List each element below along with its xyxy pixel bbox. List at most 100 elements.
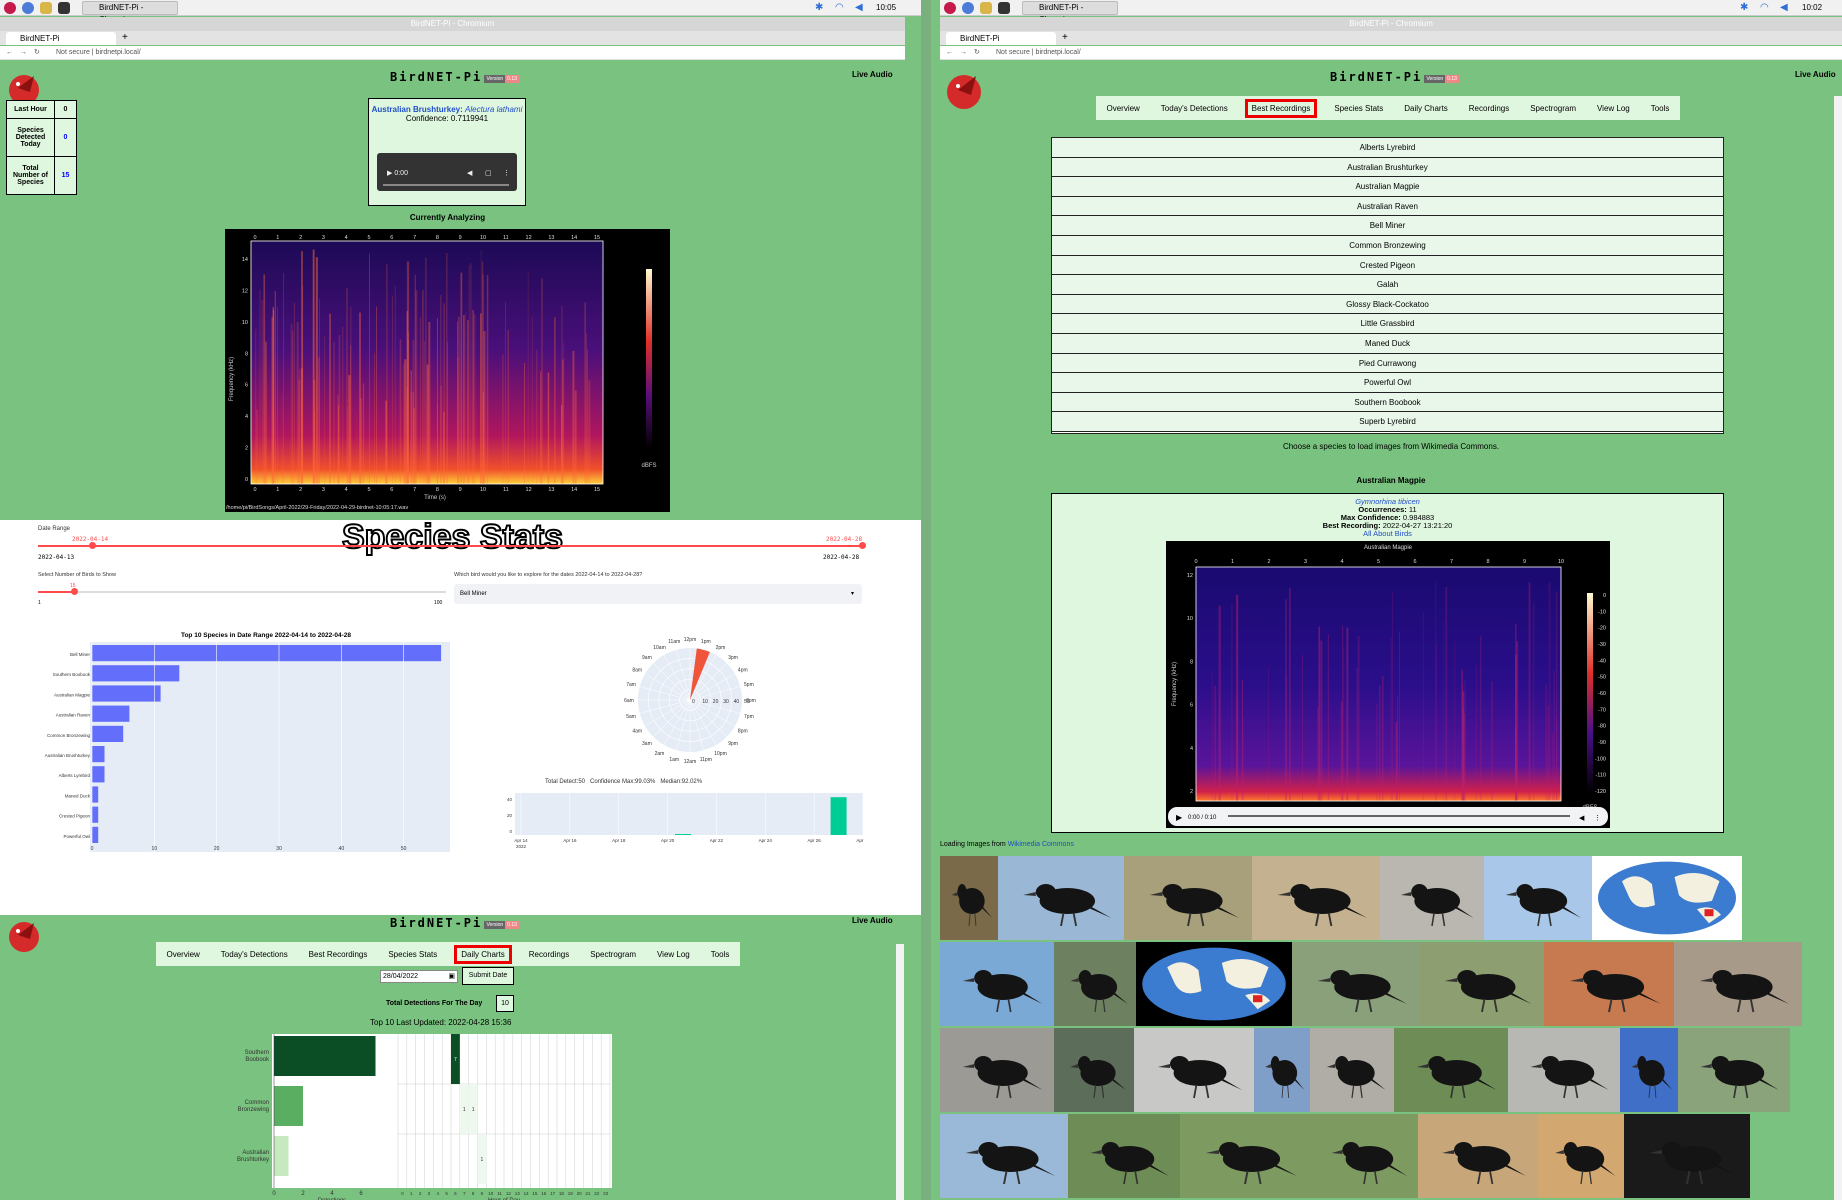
volume-icon[interactable]: ◀ <box>855 2 863 13</box>
seek-bar[interactable] <box>1228 815 1570 817</box>
all-about-birds-link[interactable]: All About Birds <box>1363 529 1412 538</box>
volume-icon[interactable]: ◀ <box>1780 2 1788 13</box>
bird-photo[interactable] <box>1418 1114 1538 1198</box>
detection-name[interactable]: Australian Brushturkey: <box>372 105 463 114</box>
bird-photo[interactable] <box>940 1028 1054 1112</box>
nav-daily-charts[interactable]: Daily Charts <box>454 944 512 964</box>
files-icon[interactable] <box>980 2 992 14</box>
nav-recordings[interactable]: Recordings <box>1465 102 1513 115</box>
nav-todays-detections[interactable]: Today's Detections <box>217 948 292 961</box>
submit-date-button[interactable]: Submit Date <box>462 967 514 985</box>
birdnet-logo[interactable] <box>944 70 988 112</box>
audio-player[interactable]: ▶ 0:00 ◀ ▢ ⋮ <box>377 153 517 191</box>
more-icon[interactable]: ⋮ <box>503 169 510 177</box>
calendar-icon[interactable]: ▣ <box>448 971 455 982</box>
bird-photo[interactable] <box>1254 1028 1310 1112</box>
stat-value[interactable]: 0 <box>54 118 77 157</box>
nav-species-stats[interactable]: Species Stats <box>384 948 441 961</box>
more-icon[interactable]: ⋮ <box>1594 815 1601 822</box>
bird-photo[interactable] <box>1134 1028 1254 1112</box>
bird-photo[interactable] <box>1484 856 1592 940</box>
forward-icon[interactable]: → <box>960 46 967 60</box>
play-icon[interactable]: ▶ <box>1176 813 1183 822</box>
bird-photo[interactable] <box>940 856 998 940</box>
url-field[interactable]: Not secure | birdnetpi.local/ <box>56 46 141 60</box>
forward-icon[interactable]: → <box>20 46 27 60</box>
volume-icon[interactable]: ◀ <box>467 169 472 177</box>
new-tab-icon[interactable]: + <box>122 32 128 43</box>
live-audio-link[interactable]: Live Audio <box>852 916 893 925</box>
back-icon[interactable]: ← <box>946 46 953 60</box>
browser-icon[interactable] <box>962 2 974 14</box>
bird-photo[interactable] <box>1124 856 1252 940</box>
nav-tools[interactable]: Tools <box>707 948 734 961</box>
bird-photo[interactable] <box>940 942 1054 1026</box>
right-scrollbar[interactable] <box>1834 96 1842 1200</box>
url-field[interactable]: Not secure | birdnetpi.local/ <box>996 46 1081 60</box>
bird-photo[interactable] <box>1394 1028 1508 1112</box>
species-item[interactable]: Powerful Owl <box>1052 373 1723 393</box>
num-birds-handle[interactable] <box>71 588 78 595</box>
bird-photo[interactable] <box>1292 942 1420 1026</box>
browser-tab[interactable]: BirdNET-Pi <box>6 32 116 45</box>
seek-bar[interactable] <box>383 184 509 186</box>
bird-photo[interactable] <box>1420 942 1544 1026</box>
reload-icon[interactable]: ↻ <box>34 46 40 60</box>
bird-photo[interactable] <box>1674 942 1802 1026</box>
wifi-icon[interactable]: ◠ <box>1760 2 1769 13</box>
nav-overview[interactable]: Overview <box>162 948 203 961</box>
bird-photo[interactable] <box>1180 1114 1310 1198</box>
reload-icon[interactable]: ↻ <box>974 46 980 60</box>
bird-photo[interactable] <box>1620 1028 1678 1112</box>
wifi-icon[interactable]: ◠ <box>835 2 844 13</box>
species-item[interactable]: Maned Duck <box>1052 333 1723 354</box>
num-birds-track[interactable] <box>38 591 446 593</box>
nav-species-stats[interactable]: Species Stats <box>1330 102 1387 115</box>
stat-value[interactable]: 15 <box>54 156 77 195</box>
date-slider-track[interactable] <box>38 545 864 547</box>
nav-best-recordings[interactable]: Best Recordings <box>305 948 372 961</box>
species-item[interactable]: Superb Lyrebird <box>1052 412 1723 432</box>
detection-sci[interactable]: Alectura lathami <box>465 105 522 114</box>
bird-photo[interactable] <box>940 1114 1068 1198</box>
nav-view-log[interactable]: View Log <box>1593 102 1634 115</box>
date-slider-handle-start[interactable] <box>89 542 96 549</box>
bird-photo[interactable] <box>1054 942 1136 1026</box>
terminal-icon[interactable] <box>58 2 70 14</box>
nav-spectrogram[interactable]: Spectrogram <box>1526 102 1580 115</box>
browser-tab[interactable]: BirdNET-Pi <box>946 32 1056 45</box>
bluetooth-icon[interactable]: ✱ <box>1740 2 1748 13</box>
bird-photo[interactable] <box>1624 1114 1750 1198</box>
raspberry-menu-icon[interactable] <box>4 2 16 14</box>
range-map-image[interactable] <box>1136 942 1292 1026</box>
birdnet-logo[interactable] <box>4 917 48 953</box>
bird-photo[interactable] <box>1538 1114 1624 1198</box>
back-icon[interactable]: ← <box>6 46 13 60</box>
nav-recordings[interactable]: Recordings <box>525 948 573 961</box>
live-audio-link[interactable]: Live Audio <box>852 70 893 79</box>
taskbar-window-button[interactable]: BirdNET-Pi - Chromiu... <box>82 1 178 24</box>
species-item[interactable]: Australian Magpie <box>1052 177 1723 197</box>
species-item[interactable]: Southern Boobook <box>1052 392 1723 413</box>
nav-spectrogram[interactable]: Spectrogram <box>586 948 640 961</box>
species-item[interactable]: Bell Miner <box>1052 216 1723 236</box>
fullscreen-icon[interactable]: ▢ <box>485 169 492 177</box>
bird-photo[interactable] <box>1068 1114 1180 1198</box>
raspberry-menu-icon[interactable] <box>944 2 956 14</box>
nav-tools[interactable]: Tools <box>1647 102 1674 115</box>
nav-best-recordings[interactable]: Best Recordings <box>1244 98 1318 118</box>
browser-icon[interactable] <box>22 2 34 14</box>
species-item[interactable]: Australian Brushturkey <box>1052 157 1723 178</box>
bird-photo[interactable] <box>1678 1028 1790 1112</box>
bird-photo[interactable] <box>1310 1114 1418 1198</box>
species-item[interactable]: Alberts Lyrebird <box>1052 138 1723 158</box>
bird-photo[interactable] <box>1252 856 1380 940</box>
live-audio-link[interactable]: Live Audio <box>1795 70 1836 79</box>
bird-photo[interactable] <box>998 856 1124 940</box>
left-scrollbar[interactable] <box>896 944 904 1200</box>
nav-view-log[interactable]: View Log <box>653 948 694 961</box>
bluetooth-icon[interactable]: ✱ <box>815 2 823 13</box>
volume-icon[interactable]: ◀ <box>1579 815 1585 822</box>
bird-photo[interactable] <box>1544 942 1674 1026</box>
date-slider-handle-end[interactable] <box>859 542 866 549</box>
